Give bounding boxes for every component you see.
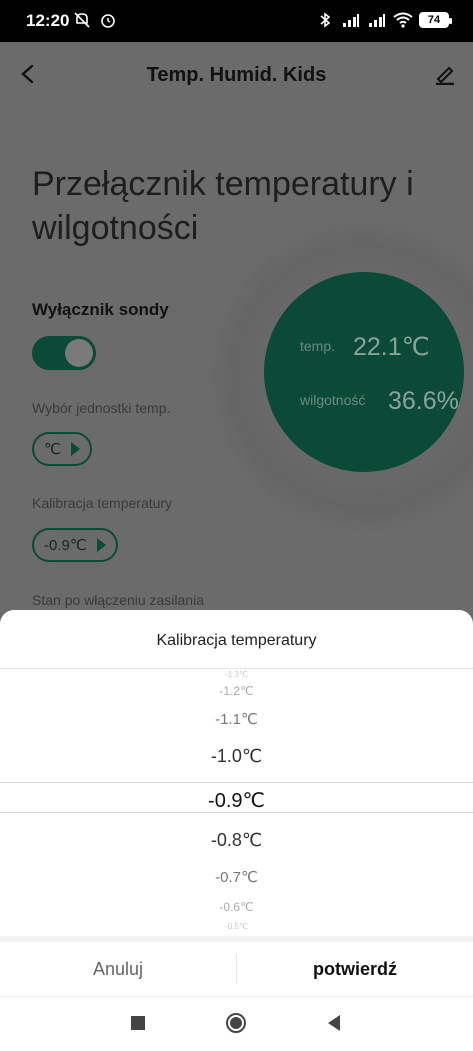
status-time: 12:20 (26, 11, 70, 30)
selection-line-top (0, 782, 473, 783)
calibration-bottom-sheet: Kalibracja temperatury -1.3℃ -1.2℃ -1.1℃… (0, 610, 473, 996)
play-arrow-icon (70, 442, 80, 456)
picker-option[interactable]: -0.5℃ (0, 922, 473, 932)
selection-line-bottom (0, 812, 473, 813)
value-picker-wheel[interactable]: -1.3℃ -1.2℃ -1.1℃ -1.0℃ -0.9℃ -0.8℃ -0.7… (0, 670, 473, 938)
power-on-state-label: Stan po włączeniu zasilania (32, 592, 204, 608)
sensor-readout-circle (264, 272, 464, 472)
recents-square-icon[interactable] (126, 1011, 150, 1035)
picker-option[interactable]: -0.7℃ (0, 868, 473, 886)
unit-selection-label: Wybór jednostki temp. (32, 400, 171, 416)
signal-icon (341, 10, 361, 30)
battery-indicator: 74 (419, 12, 452, 28)
wifi-icon (393, 10, 413, 30)
system-navigation-bar (0, 996, 473, 1051)
picker-option[interactable]: -0.6℃ (0, 900, 473, 914)
sheet-title: Kalibracja temperatury (156, 632, 317, 649)
toggle-knob (65, 339, 93, 367)
sheet-divider (0, 668, 473, 669)
picker-option[interactable]: -1.2℃ (0, 684, 473, 698)
status-bar: 12:20 74 (0, 0, 473, 42)
probe-switch-label: Wyłącznik sondy (32, 300, 169, 319)
picker-option-selected[interactable]: -0.9℃ (0, 788, 473, 813)
edit-pencil-icon[interactable] (431, 60, 459, 88)
page-title: Temp. Humid. Kids (146, 64, 327, 86)
humidity-label: wilgotność (300, 392, 366, 408)
calibration-selector-button[interactable]: -0.9℃ (32, 528, 118, 562)
temperature-label: temp. (300, 338, 336, 354)
background-page: Temp. Humid. Kids Przełącznik temperatur… (0, 42, 473, 610)
unit-selector-button[interactable]: ℃ (32, 432, 92, 466)
calibration-value: -0.9℃ (44, 537, 87, 554)
play-arrow-icon (96, 538, 106, 552)
cancel-button[interactable]: Anuluj (0, 942, 236, 996)
unit-value: ℃ (44, 441, 61, 458)
signal-icon (367, 10, 387, 30)
humidity-value: 36.6% (388, 387, 459, 415)
bluetooth-icon (315, 10, 335, 30)
confirm-button[interactable]: potwierdź (237, 942, 473, 996)
alarm-icon (98, 10, 118, 30)
picker-option[interactable]: -1.0℃ (0, 746, 473, 767)
mute-icon (72, 10, 92, 30)
probe-switch-toggle[interactable] (32, 336, 96, 370)
calibration-label: Kalibracja temperatury (32, 495, 173, 511)
back-triangle-icon[interactable] (322, 1011, 346, 1035)
temperature-value: 22.1℃ (353, 333, 430, 361)
picker-option[interactable]: -1.1℃ (0, 710, 473, 728)
top-app-bar: Temp. Humid. Kids (0, 42, 473, 110)
picker-option[interactable]: -1.3℃ (0, 670, 473, 680)
picker-option[interactable]: -0.8℃ (0, 830, 473, 851)
home-circle-icon[interactable] (224, 1011, 248, 1035)
